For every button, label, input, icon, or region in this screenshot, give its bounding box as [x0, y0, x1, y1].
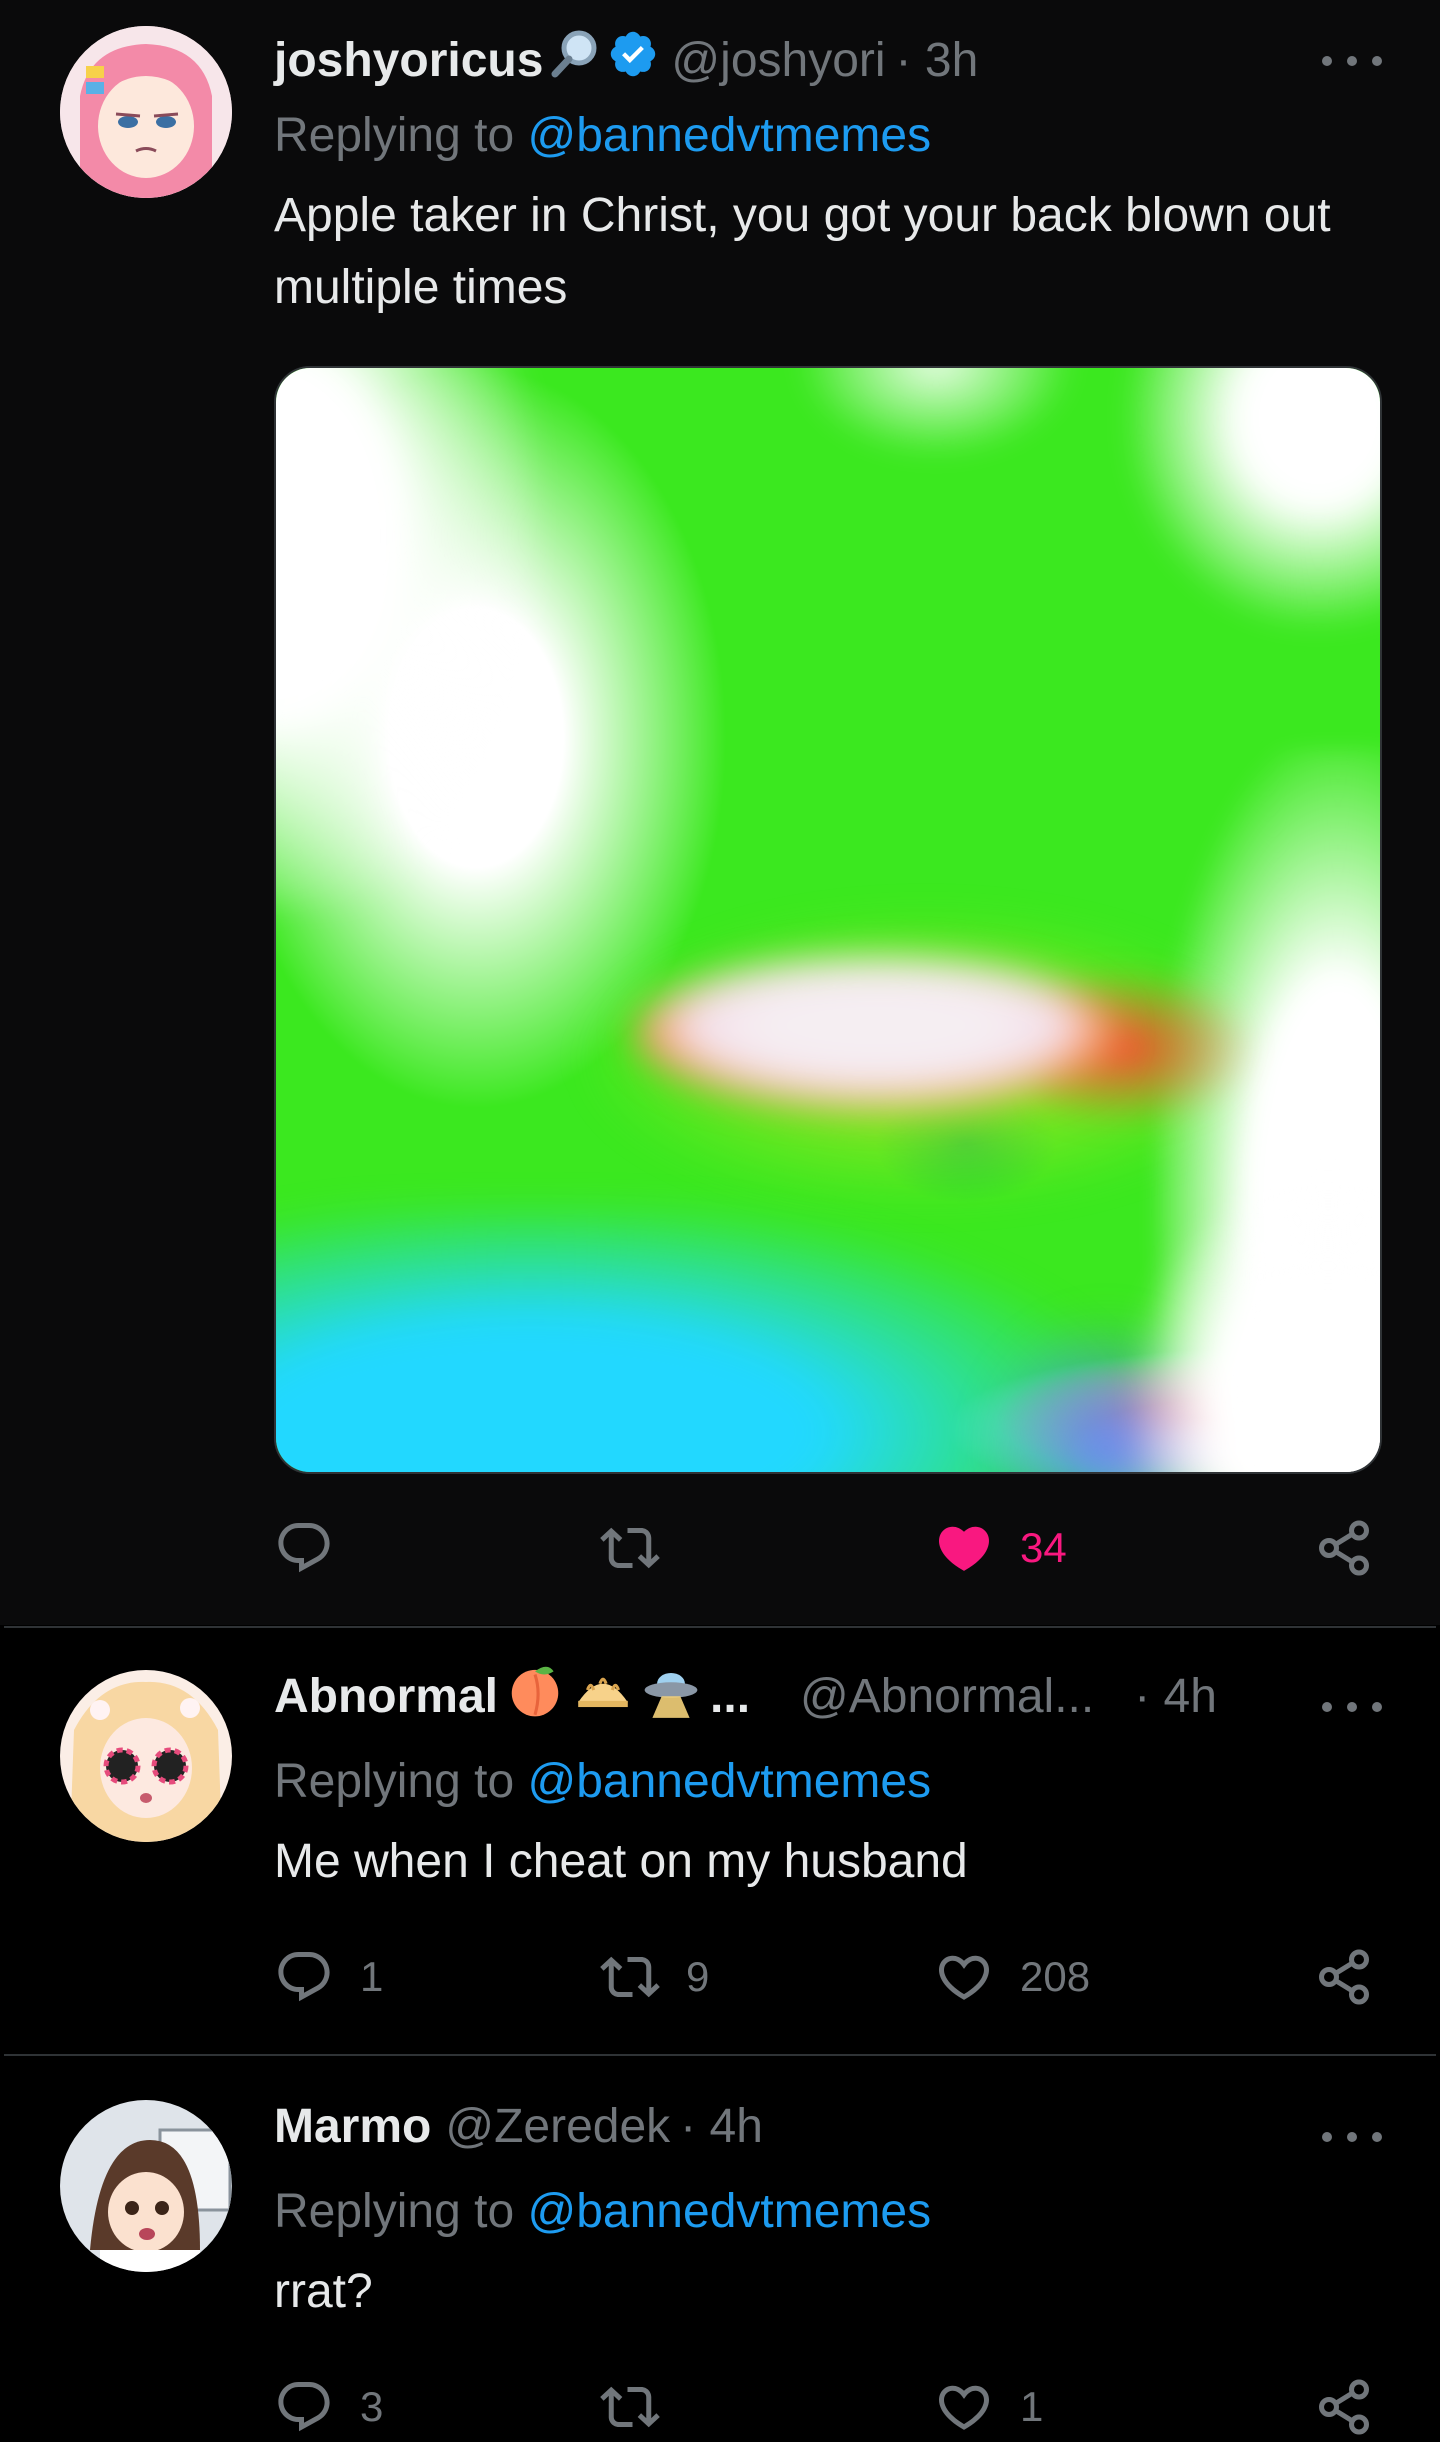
retweet-icon — [600, 1527, 660, 1569]
avatar[interactable] — [60, 2100, 232, 2272]
display-name[interactable]: joshyoricus — [274, 33, 543, 88]
heart-icon — [938, 1526, 990, 1571]
handle[interactable]: @joshyori — [671, 33, 885, 88]
tweet-actions: 3 1 — [274, 2372, 1384, 2442]
like-button[interactable]: 34 — [934, 1513, 1067, 1583]
divider — [4, 1626, 1436, 1628]
more-options-icon[interactable] — [1322, 46, 1382, 76]
handle[interactable]: @Zeredek — [445, 2099, 670, 2154]
tweet-header: Marmo @Zeredek · 4h — [274, 2096, 763, 2156]
reply-mention-link[interactable]: @bannedvtmemes — [527, 2185, 931, 2238]
more-options-icon[interactable] — [1322, 1692, 1382, 1722]
share-icon — [1319, 2379, 1369, 2435]
name-truncation: ... — [710, 1669, 751, 1723]
heart-icon — [938, 2385, 990, 2430]
like-count: 34 — [1020, 1524, 1067, 1571]
reply-mention-link[interactable]: @bannedvtmemes — [527, 1755, 931, 1808]
reply-button[interactable] — [274, 1513, 360, 1583]
reply-count: 3 — [360, 2383, 384, 2430]
replying-to: Replying to @bannedvtmemes — [274, 1754, 931, 1809]
retweet-button[interactable] — [600, 1513, 686, 1583]
tweet-abnormal[interactable]: Abnormal ... @Abnormal... · 4h Replying … — [0, 1630, 1440, 2055]
peach-emoji-icon — [504, 1659, 566, 1733]
avatar-image — [60, 1670, 232, 1842]
tweet-media-image[interactable] — [274, 366, 1382, 1474]
magnifier-emoji-icon — [549, 28, 601, 92]
more-options-icon[interactable] — [1322, 2122, 1382, 2152]
share-button[interactable] — [1314, 1513, 1374, 1583]
share-button[interactable] — [1314, 2372, 1374, 2442]
like-count: 208 — [1020, 1953, 1091, 2000]
reply-icon — [278, 1952, 330, 2002]
tweet-text: Me when I cheat on my husband — [274, 1835, 968, 1888]
tweet-header: joshyoricus @joshyori · 3h — [274, 30, 978, 90]
reply-mention-link[interactable]: @bannedvtmemes — [527, 109, 931, 162]
retweet-button[interactable] — [600, 2372, 686, 2442]
timestamp[interactable]: · 3h — [896, 33, 979, 88]
reply-icon — [278, 2382, 330, 2432]
avatar[interactable] — [60, 1670, 232, 1842]
timestamp[interactable]: · 4h — [680, 2099, 763, 2154]
share-icon — [1319, 1520, 1369, 1576]
tweet-joshyoricus[interactable]: joshyoricus @joshyori · 3h Replying to @… — [0, 0, 1440, 1625]
like-count: 1 — [1020, 2383, 1044, 2430]
avatar[interactable] — [60, 26, 232, 198]
reply-button[interactable]: 3 — [274, 2372, 383, 2442]
tweet-text: rrat? — [274, 2265, 373, 2318]
verified-badge-icon — [607, 28, 659, 92]
tweet-actions: 34 — [274, 1513, 1384, 1583]
replying-to: Replying to @bannedvtmemes — [274, 108, 931, 163]
retweet-icon — [600, 1956, 660, 1998]
like-button[interactable]: 208 — [934, 1942, 1090, 2012]
ufo-emoji-icon — [640, 1659, 702, 1733]
like-button[interactable]: 1 — [934, 2372, 1043, 2442]
share-button[interactable] — [1314, 1942, 1374, 2012]
retweet-button[interactable]: 9 — [600, 1942, 709, 2012]
tweet-marmo[interactable]: Marmo @Zeredek · 4h Replying to @bannedv… — [0, 2060, 1440, 2441]
display-name[interactable]: Abnormal — [274, 1669, 498, 1724]
replying-to-label: Replying to — [274, 109, 515, 162]
tweet-header: Abnormal ... @Abnormal... · 4h — [274, 1666, 1217, 1726]
retweet-icon — [600, 2386, 660, 2428]
replying-to: Replying to @bannedvtmemes — [274, 2184, 931, 2239]
timestamp[interactable]: · 4h — [1134, 1669, 1217, 1724]
heart-icon — [938, 1955, 990, 2000]
replying-to-label: Replying to — [274, 1755, 515, 1808]
divider — [4, 2054, 1436, 2056]
retweet-count: 9 — [686, 1953, 710, 2000]
avatar-image — [60, 2100, 232, 2272]
reply-count: 1 — [360, 1953, 384, 2000]
dumpling-emoji-icon — [572, 1659, 634, 1733]
display-name[interactable]: Marmo — [274, 2099, 431, 2154]
reply-icon — [278, 1523, 330, 1573]
tweet-actions: 1 9 208 — [274, 1942, 1384, 2012]
tweet-text: Apple taker in Christ, you got your back… — [274, 189, 1331, 314]
avatar-image — [60, 26, 232, 198]
reply-button[interactable]: 1 — [274, 1942, 383, 2012]
share-icon — [1319, 1949, 1369, 2005]
replying-to-label: Replying to — [274, 2185, 515, 2238]
blurred-image — [276, 368, 1380, 1472]
handle[interactable]: @Abnormal... — [800, 1669, 1094, 1724]
